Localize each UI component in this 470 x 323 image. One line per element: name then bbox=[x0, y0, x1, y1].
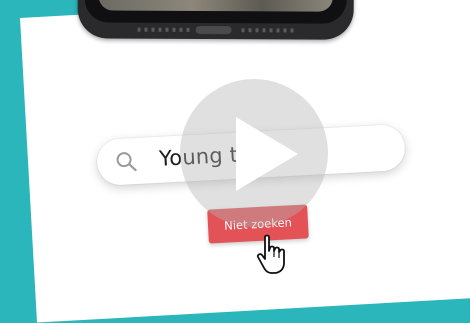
hand-pointer-icon bbox=[256, 234, 285, 274]
phone-screen bbox=[98, 0, 333, 12]
phone-charging-port bbox=[195, 25, 232, 35]
phone-bezel bbox=[84, 0, 347, 24]
play-icon[interactable] bbox=[180, 79, 328, 227]
smartphone-illustration bbox=[77, 0, 354, 40]
phone-speaker-grille-left bbox=[137, 27, 190, 32]
search-icon bbox=[116, 152, 137, 172]
phone-speaker-grille-right bbox=[241, 28, 294, 33]
